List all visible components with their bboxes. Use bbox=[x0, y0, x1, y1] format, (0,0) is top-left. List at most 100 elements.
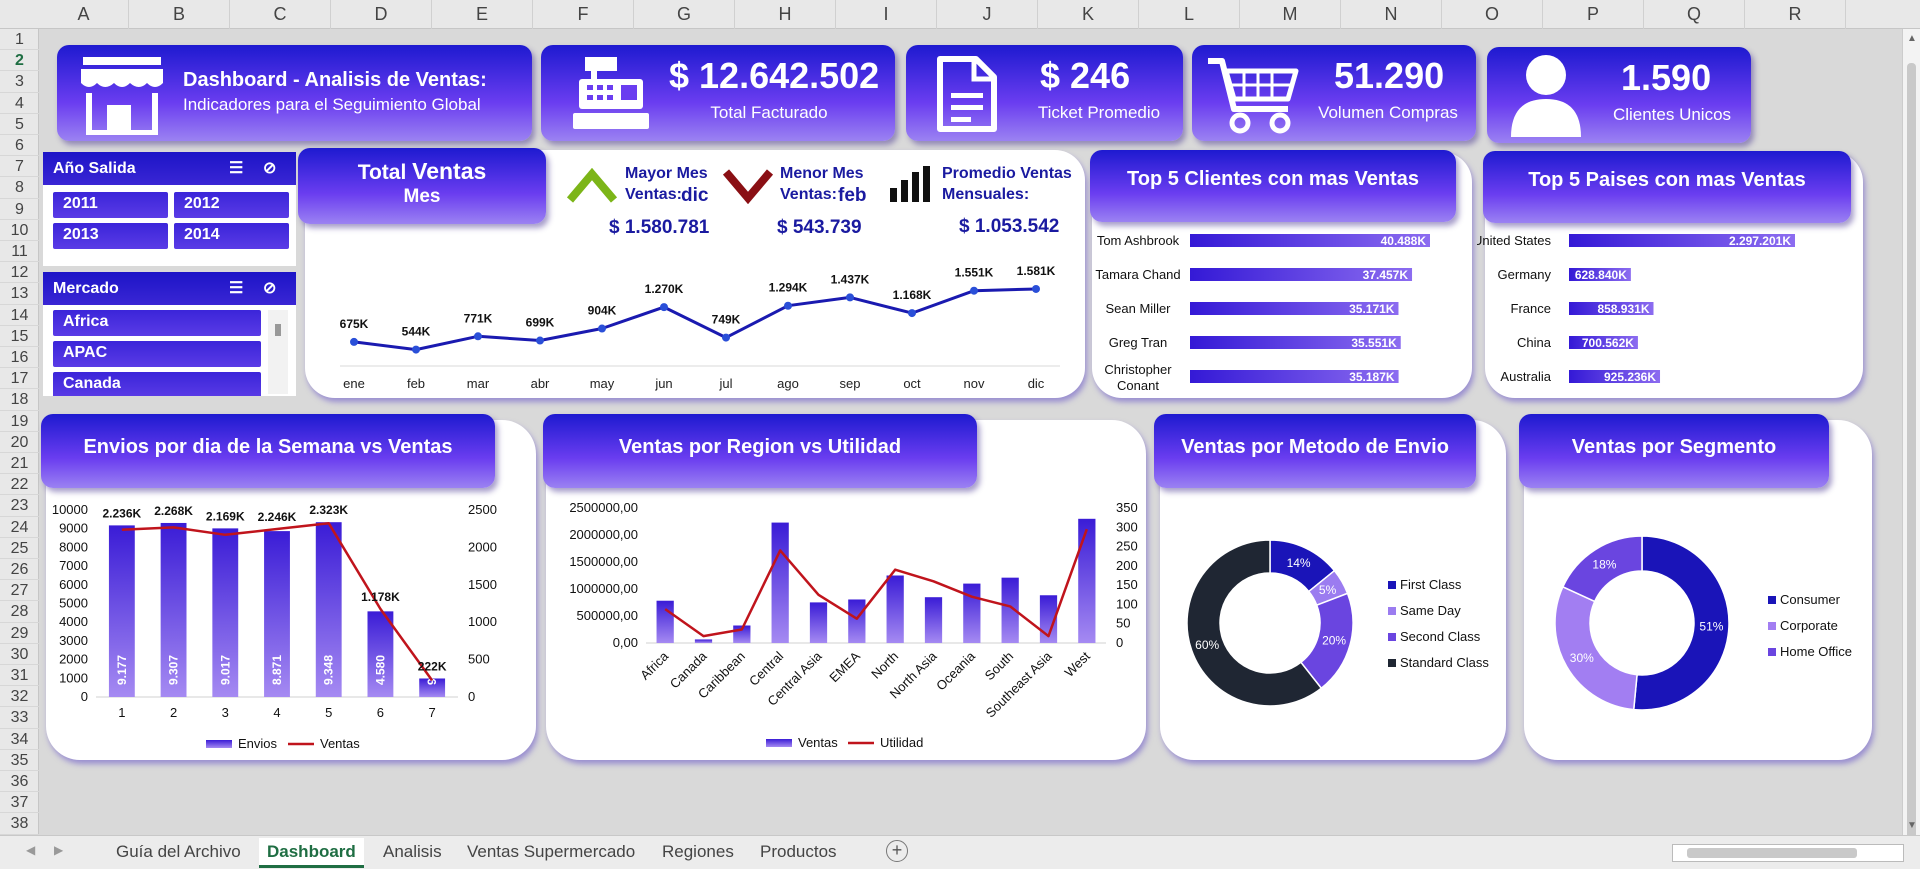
row-header[interactable]: 3 bbox=[0, 71, 39, 93]
row-header[interactable]: 7 bbox=[0, 156, 39, 178]
column-header[interactable]: E bbox=[432, 0, 533, 29]
multi-select-icon[interactable]: ☰ bbox=[229, 152, 243, 185]
column-header[interactable]: D bbox=[331, 0, 432, 29]
column-header[interactable]: H bbox=[735, 0, 836, 29]
column-header[interactable]: O bbox=[1442, 0, 1543, 29]
slicer-mercado-canada[interactable]: Canada bbox=[53, 372, 261, 396]
sheet-tab[interactable]: Guía del Archivo bbox=[108, 840, 249, 866]
category-label: Tom Ashbrook bbox=[1097, 233, 1180, 248]
column-header[interactable]: N bbox=[1341, 0, 1442, 29]
sheet-tab[interactable]: Productos bbox=[752, 840, 845, 866]
multi-select-icon[interactable]: ☰ bbox=[229, 272, 243, 305]
row-header[interactable]: 2 bbox=[0, 50, 39, 72]
row-header[interactable]: 14 bbox=[0, 305, 39, 326]
column-header[interactable]: B bbox=[129, 0, 230, 29]
scroll-up-icon[interactable]: ▲ bbox=[1907, 33, 1917, 44]
data-point bbox=[350, 337, 358, 346]
row-header[interactable]: 22 bbox=[0, 474, 39, 496]
row-header[interactable]: 24 bbox=[0, 517, 39, 538]
legend-label: Utilidad bbox=[880, 735, 923, 750]
column-header[interactable]: I bbox=[836, 0, 937, 29]
row-header[interactable]: 6 bbox=[0, 135, 39, 157]
clear-filter-icon[interactable]: ⊘ bbox=[263, 152, 276, 185]
row-header[interactable]: 15 bbox=[0, 326, 39, 347]
column-header[interactable]: J bbox=[937, 0, 1038, 29]
row-header[interactable]: 32 bbox=[0, 686, 39, 708]
row-header[interactable]: 10 bbox=[0, 220, 39, 241]
row-header[interactable]: 16 bbox=[0, 347, 39, 369]
row-header[interactable]: 33 bbox=[0, 707, 39, 729]
row-header[interactable]: 25 bbox=[0, 538, 39, 559]
slicer-scrollbar[interactable] bbox=[268, 310, 288, 394]
vertical-scrollbar[interactable]: ▲ ▼ bbox=[1902, 29, 1920, 843]
row-header[interactable]: 28 bbox=[0, 601, 39, 623]
data-label: 771K bbox=[464, 311, 493, 325]
row-header[interactable]: 23 bbox=[0, 495, 39, 517]
x-tick-label: Southeast Asia bbox=[983, 648, 1055, 720]
row-header[interactable]: 36 bbox=[0, 771, 39, 793]
slicer-anio-2012[interactable]: 2012 bbox=[174, 192, 289, 218]
column-header[interactable]: M bbox=[1240, 0, 1341, 29]
row-header[interactable]: 5 bbox=[0, 114, 39, 135]
slicer-anio-2011[interactable]: 2011 bbox=[53, 192, 168, 218]
row-header[interactable]: 35 bbox=[0, 750, 39, 771]
scroll-thumb[interactable] bbox=[1907, 63, 1916, 843]
row-header[interactable]: 37 bbox=[0, 792, 39, 814]
column-header[interactable]: P bbox=[1543, 0, 1644, 29]
row-header[interactable]: 34 bbox=[0, 729, 39, 750]
sheet-tab[interactable]: Analisis bbox=[375, 840, 450, 866]
column-header[interactable]: C bbox=[230, 0, 331, 29]
row-header[interactable]: 11 bbox=[0, 241, 39, 263]
row-header[interactable]: 20 bbox=[0, 432, 39, 453]
tab-scroll-left-icon[interactable]: ◀ bbox=[26, 843, 35, 857]
row-header[interactable]: 17 bbox=[0, 368, 39, 390]
sheet-tab[interactable]: Ventas Supermercado bbox=[459, 840, 643, 866]
row-header[interactable]: 18 bbox=[0, 389, 39, 411]
row-header[interactable]: 4 bbox=[0, 93, 39, 114]
row-header[interactable]: 26 bbox=[0, 559, 39, 581]
horizontal-scrollbar[interactable] bbox=[1672, 844, 1904, 862]
row-header[interactable]: 38 bbox=[0, 813, 39, 835]
kpi-ticket-promedio: $ 246 Ticket Promedio bbox=[906, 45, 1183, 141]
bar-value-label: 9.348 bbox=[322, 655, 336, 685]
row-header[interactable]: 9 bbox=[0, 199, 39, 220]
bar-value-label: 35.551K bbox=[1351, 336, 1397, 350]
row-header[interactable]: 19 bbox=[0, 411, 39, 432]
sheet-tab[interactable]: Regiones bbox=[654, 840, 742, 866]
add-sheet-icon[interactable]: + bbox=[886, 840, 908, 862]
scroll-down-icon[interactable]: ▼ bbox=[1907, 820, 1917, 831]
segmento-donut-chart: 51% 30% 18% Consumer Corporate Home Office bbox=[1554, 535, 1852, 711]
row-header[interactable]: 30 bbox=[0, 644, 39, 665]
column-header[interactable]: L bbox=[1139, 0, 1240, 29]
metodo-envio-title: Ventas por Metodo de Envio bbox=[1181, 436, 1449, 458]
column-header[interactable]: Q bbox=[1644, 0, 1745, 29]
column-header[interactable]: A bbox=[39, 0, 129, 29]
column-header[interactable]: R bbox=[1745, 0, 1846, 29]
row-header[interactable]: 13 bbox=[0, 283, 39, 305]
tab-scroll-right-icon[interactable]: ▶ bbox=[54, 843, 63, 857]
sheet-tab[interactable]: Dashboard bbox=[259, 838, 364, 868]
row-header[interactable]: 12 bbox=[0, 262, 39, 284]
column-header[interactable]: K bbox=[1038, 0, 1139, 29]
row-header[interactable]: 31 bbox=[0, 665, 39, 687]
legend-swatch bbox=[1768, 622, 1776, 630]
row-header[interactable]: 27 bbox=[0, 580, 39, 602]
legend-label: Second Class bbox=[1400, 629, 1481, 644]
data-label: 699K bbox=[526, 316, 555, 330]
column-header[interactable]: F bbox=[533, 0, 634, 29]
column-header[interactable]: G bbox=[634, 0, 735, 29]
slicer-scroll-thumb[interactable] bbox=[275, 324, 281, 336]
row-header[interactable]: 8 bbox=[0, 177, 39, 199]
slicer-anio-2014[interactable]: 2014 bbox=[174, 223, 289, 249]
data-point bbox=[908, 309, 916, 318]
x-tick-label: 4 bbox=[273, 705, 280, 720]
row-header[interactable]: 21 bbox=[0, 453, 39, 475]
horizontal-scroll-thumb[interactable] bbox=[1687, 848, 1857, 858]
slicer-anio-2013[interactable]: 2013 bbox=[53, 223, 168, 249]
clear-filter-icon[interactable]: ⊘ bbox=[263, 272, 276, 305]
row-header[interactable]: 29 bbox=[0, 623, 39, 644]
row-header[interactable]: 1 bbox=[0, 29, 39, 51]
slicer-mercado-apac[interactable]: APAC bbox=[53, 341, 261, 367]
category-label: Christopher bbox=[1104, 362, 1172, 377]
slicer-mercado-africa[interactable]: Africa bbox=[53, 310, 261, 336]
